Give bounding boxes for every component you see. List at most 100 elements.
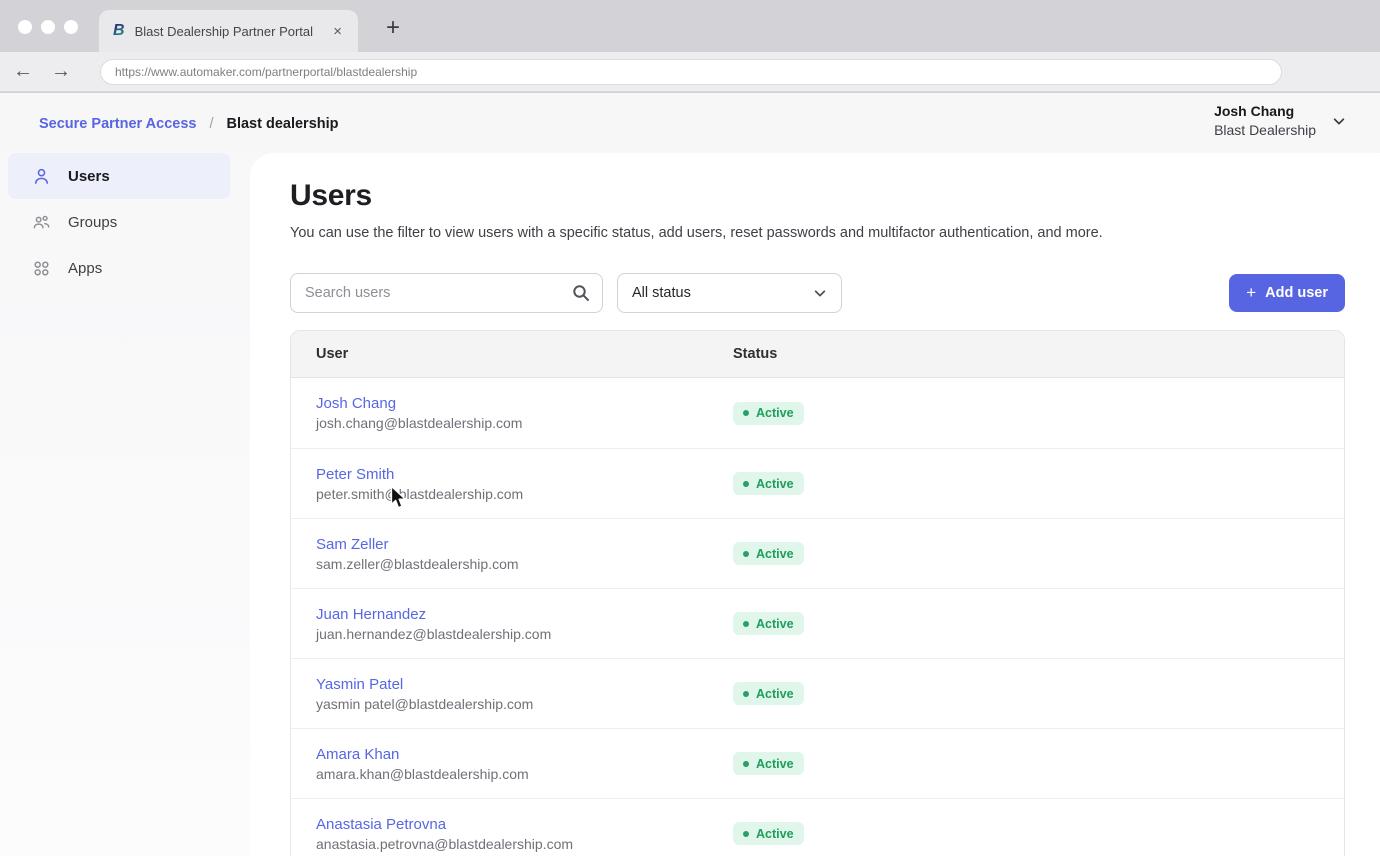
column-header-user: User: [291, 346, 733, 362]
status-filter-dropdown[interactable]: All status: [617, 273, 842, 313]
sidebar: Users Groups Apps: [0, 153, 250, 856]
user-name-link[interactable]: Yasmin Patel: [316, 676, 733, 693]
add-user-label: Add user: [1265, 285, 1328, 301]
tab-close-icon[interactable]: ×: [331, 23, 344, 40]
status-badge: Active: [733, 542, 804, 565]
user-name-link[interactable]: Anastasia Petrovna: [316, 816, 733, 833]
plus-icon: +: [1246, 283, 1256, 303]
user-cell: Peter Smith peter.smith@blastdealership.c…: [291, 466, 733, 502]
status-filter-value: All status: [632, 285, 691, 301]
search-icon: [572, 284, 590, 302]
status-dot-icon: [743, 691, 749, 697]
browser-tab[interactable]: B Blast Dealership Partner Portal ×: [99, 10, 358, 52]
chevron-down-icon: [813, 286, 827, 300]
user-cell: Amara Khan amara.khan@blastdealership.com: [291, 746, 733, 782]
user-cell: Sam Zeller sam.zeller@blastdealership.com: [291, 536, 733, 572]
chevron-down-icon: [1332, 114, 1346, 128]
site-favicon-icon: B: [113, 22, 125, 40]
page-description: You can use the filter to view users wit…: [290, 225, 1345, 241]
status-cell: Active: [733, 822, 1344, 845]
user-name-link[interactable]: Amara Khan: [316, 746, 733, 763]
status-badge: Active: [733, 612, 804, 635]
status-dot-icon: [743, 410, 749, 416]
status-badge: Active: [733, 822, 804, 845]
user-email: amara.khan@blastdealership.com: [316, 766, 733, 782]
status-dot-icon: [743, 831, 749, 837]
controls-row: All status + Add user: [290, 273, 1345, 313]
user-email: peter.smith@blastdealership.com: [316, 486, 733, 502]
status-badge: Active: [733, 752, 804, 775]
table-header: User Status: [291, 331, 1344, 378]
account-org: Blast Dealership: [1214, 122, 1316, 138]
user-cell: Anastasia Petrovna anastasia.petrovna@bla…: [291, 816, 733, 852]
status-dot-icon: [743, 621, 749, 627]
status-badge: Active: [733, 682, 804, 705]
status-cell: Active: [733, 612, 1344, 635]
groups-icon: [32, 213, 51, 232]
user-email: anastasia.petrovna@blastdealership.com: [316, 836, 733, 852]
status-text: Active: [756, 406, 794, 420]
search-box: [290, 273, 603, 313]
status-cell: Active: [733, 402, 1344, 425]
user-name-link[interactable]: Peter Smith: [316, 466, 733, 483]
sidebar-item-users[interactable]: Users: [8, 153, 230, 199]
search-input[interactable]: [290, 273, 603, 313]
main-panel: Users You can use the filter to view use…: [250, 153, 1380, 856]
status-dot-icon: [743, 551, 749, 557]
mouse-cursor: [390, 485, 407, 510]
browser-toolbar: ← → https://www.automaker.com/partnerpor…: [0, 52, 1380, 92]
table-row: Amara Khan amara.khan@blastdealership.com…: [291, 728, 1344, 798]
table-row: Josh Chang josh.chang@blastdealership.com…: [291, 378, 1344, 448]
breadcrumb-parent-link[interactable]: Secure Partner Access: [39, 116, 196, 132]
breadcrumb-current: Blast dealership: [226, 116, 338, 132]
status-text: Active: [756, 687, 794, 701]
page-header: Secure Partner Access / Blast dealership…: [0, 93, 1380, 153]
status-cell: Active: [733, 472, 1344, 495]
status-cell: Active: [733, 752, 1344, 775]
sidebar-item-label: Apps: [68, 260, 102, 277]
breadcrumb-separator: /: [209, 116, 213, 132]
user-cell: Yasmin Patel yasmin patel@blastdealership…: [291, 676, 733, 712]
back-button[interactable]: ←: [8, 60, 38, 83]
tab-strip: B Blast Dealership Partner Portal × +: [0, 0, 1380, 52]
table-row: Anastasia Petrovna anastasia.petrovna@bla…: [291, 798, 1344, 856]
status-cell: Active: [733, 542, 1344, 565]
page-content: Secure Partner Access / Blast dealership…: [0, 93, 1380, 856]
status-badge: Active: [733, 402, 804, 425]
window-control-dot[interactable]: [18, 20, 32, 34]
user-email: juan.hernandez@blastdealership.com: [316, 626, 733, 642]
column-header-status: Status: [733, 346, 1344, 362]
table-row: Peter Smith peter.smith@blastdealership.c…: [291, 448, 1344, 518]
status-cell: Active: [733, 682, 1344, 705]
window-control-dot[interactable]: [41, 20, 55, 34]
users-table: User Status Josh Chang josh.chang@blastde…: [290, 330, 1345, 856]
window-control-dot[interactable]: [64, 20, 78, 34]
user-name-link[interactable]: Juan Hernandez: [316, 606, 733, 623]
table-row: Yasmin Patel yasmin patel@blastdealership…: [291, 658, 1344, 728]
user-cell: Juan Hernandez juan.hernandez@blastdealer…: [291, 606, 733, 642]
sidebar-item-groups[interactable]: Groups: [8, 199, 230, 245]
breadcrumb: Secure Partner Access / Blast dealership: [39, 116, 339, 132]
add-user-button[interactable]: + Add user: [1229, 274, 1345, 312]
address-bar[interactable]: https://www.automaker.com/partnerportal/…: [100, 59, 1282, 85]
sidebar-item-label: Groups: [68, 214, 117, 231]
user-name-link[interactable]: Josh Chang: [316, 395, 733, 412]
sidebar-item-apps[interactable]: Apps: [8, 245, 230, 291]
status-text: Active: [756, 757, 794, 771]
apps-grid-icon: [32, 259, 51, 278]
user-name-link[interactable]: Sam Zeller: [316, 536, 733, 553]
user-email: josh.chang@blastdealership.com: [316, 415, 733, 431]
new-tab-button[interactable]: +: [378, 13, 408, 43]
user-cell: Josh Chang josh.chang@blastdealership.com: [291, 395, 733, 431]
forward-button[interactable]: →: [46, 60, 76, 83]
status-dot-icon: [743, 481, 749, 487]
user-email: yasmin patel@blastdealership.com: [316, 696, 733, 712]
account-info: Josh Chang Blast Dealership: [1214, 103, 1316, 138]
user-icon: [32, 167, 51, 186]
user-email: sam.zeller@blastdealership.com: [316, 556, 733, 572]
tab-title: Blast Dealership Partner Portal: [135, 24, 322, 39]
account-menu[interactable]: Josh Chang Blast Dealership: [1214, 103, 1346, 138]
status-badge: Active: [733, 472, 804, 495]
browser-window: B Blast Dealership Partner Portal × + ← …: [0, 0, 1380, 856]
window-controls: [18, 20, 78, 34]
